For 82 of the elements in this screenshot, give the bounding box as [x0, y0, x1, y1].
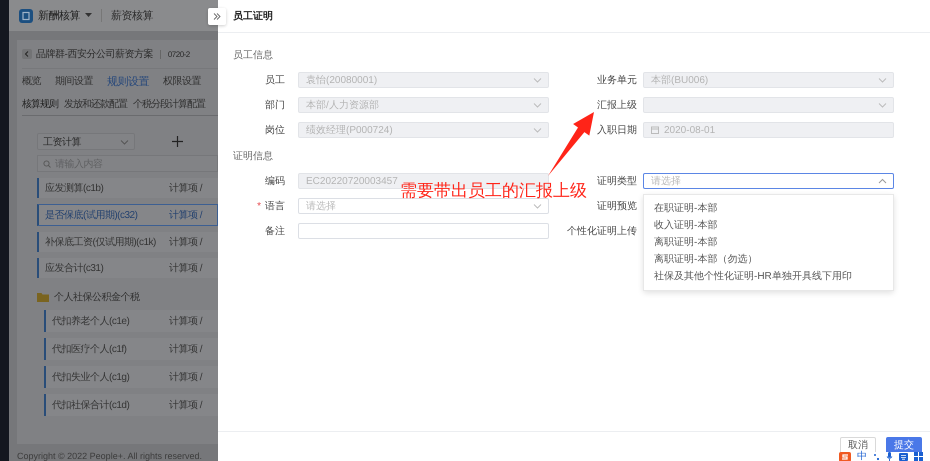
- rule-type: 计算项 /: [169, 182, 202, 195]
- rule-type: 计算项 /: [169, 398, 202, 412]
- page-title: 薪资核算: [111, 8, 153, 23]
- field-label: 入职日期: [597, 124, 637, 137]
- scheme-title: 品牌群-西安分公司薪资方案: [36, 48, 153, 61]
- rule-name: 代扣失业个人(c1g): [52, 370, 130, 384]
- subtab[interactable]: 发放和还款配置: [64, 97, 127, 111]
- dropdown-option[interactable]: 在职证明-本部: [644, 200, 893, 217]
- punctuation-icon: [873, 452, 880, 460]
- rule-name: 补保底工资(仅试用期)(c1k): [45, 236, 157, 249]
- select-field[interactable]: 请选择: [298, 198, 549, 214]
- expand-toggle-button[interactable]: [208, 8, 226, 25]
- rule-type: 计算项 /: [169, 236, 202, 249]
- input-field[interactable]: [298, 223, 549, 239]
- rule-name: 是否保底(试用期)(c32): [45, 208, 138, 222]
- caret-up-icon: [878, 178, 887, 184]
- field-label: 业务单元: [597, 74, 637, 87]
- section-title: 员工信息: [232, 49, 274, 63]
- module-name[interactable]: 新酬核算: [38, 8, 80, 23]
- tab[interactable]: 期间设置: [55, 74, 93, 88]
- dropdown-option[interactable]: 离职证明-本部: [644, 234, 893, 251]
- rule-type: 计算项 /: [169, 208, 202, 222]
- rule-name: 应发合计(c31): [45, 262, 104, 275]
- rule-name: 代扣社保合计(c1d): [52, 398, 130, 412]
- caret-down-icon: [120, 138, 129, 144]
- field-label: 备注: [265, 224, 285, 238]
- caret-down-icon: [533, 203, 542, 209]
- add-icon: [172, 136, 183, 147]
- search-icon: [43, 160, 51, 168]
- caret-icon: [85, 13, 92, 18]
- field-label: 证明预览: [597, 200, 637, 213]
- field-label: 岗位: [265, 124, 285, 137]
- rule-item[interactable]: 代扣医疗个人(c1f) 计算项 /: [44, 338, 218, 360]
- calendar-icon: [651, 126, 659, 134]
- dropdown-option[interactable]: 离职证明-本部（勿选）: [644, 251, 893, 268]
- rule-item[interactable]: 代扣社保合计(c1d) 计算项 /: [44, 394, 218, 416]
- rule-item[interactable]: 代扣养老个人(c1e) 计算项 /: [44, 310, 218, 332]
- tab[interactable]: 概览: [22, 74, 41, 88]
- caret-down-icon: [533, 102, 542, 108]
- field-label: * 语言: [257, 200, 285, 213]
- rule-name: 代扣养老个人(c1e): [52, 314, 130, 328]
- field-label: 汇报上级: [597, 98, 637, 112]
- grid-icon: [914, 452, 923, 461]
- field-label: 员工: [265, 74, 285, 87]
- caret-down-icon: [533, 127, 542, 133]
- caret-down-icon: [533, 77, 542, 83]
- ime-mode[interactable]: 中: [857, 452, 867, 461]
- rule-type: 计算项 /: [169, 370, 202, 384]
- app-logo-icon: [19, 8, 33, 22]
- folder-icon: [37, 292, 49, 302]
- back-icon: [22, 49, 32, 59]
- tab[interactable]: 权限设置: [163, 74, 201, 88]
- double-chevron-icon: [213, 13, 221, 20]
- folder-name[interactable]: 个人社保公积金个税: [54, 290, 140, 304]
- field-label: 个性化证明上传: [567, 224, 637, 238]
- field-label: 证明类型: [597, 174, 637, 188]
- copyright-text: Copyright © 2022 People+. All rights reserved.: [16, 450, 203, 461]
- rule-item[interactable]: 是否保底(试用期)(c32) 计算项 /: [37, 204, 218, 226]
- caret-down-icon: [878, 77, 887, 83]
- rule-type: 计算项 /: [169, 342, 202, 356]
- caret-down-icon: [878, 102, 887, 108]
- rule-type: 计算项 /: [169, 262, 202, 275]
- dropdown-option[interactable]: 社保及其他个性化证明-HR单独开具线下用印: [644, 268, 893, 285]
- rule-item[interactable]: 应发测算(c1b) 计算项 /: [37, 178, 218, 198]
- subtab[interactable]: 核算规则: [22, 97, 58, 111]
- microphone-icon: [886, 452, 893, 461]
- subtab[interactable]: 个税分段计算配置: [133, 97, 205, 111]
- rule-item[interactable]: 应发合计(c31) 计算项 /: [37, 258, 218, 278]
- rule-item[interactable]: 代扣失业个人(c1g) 计算项 /: [44, 366, 218, 388]
- section-title: 证明信息: [232, 150, 274, 164]
- group-select[interactable]: 工资计算: [37, 133, 135, 150]
- field-label: 编码: [265, 174, 285, 188]
- field-label: 部门: [265, 98, 285, 112]
- version-label: 0720-2: [168, 50, 190, 58]
- rule-type: 计算项 /: [169, 314, 202, 328]
- dropdown-option[interactable]: 收入证明-本部: [644, 217, 893, 234]
- rule-name: 代扣医疗个人(c1f): [52, 342, 128, 356]
- select-field[interactable]: 请选择: [643, 173, 894, 189]
- tab[interactable]: 规则设置: [107, 74, 149, 88]
- rule-name: 应发测算(c1b): [45, 182, 104, 195]
- rule-item[interactable]: 补保底工资(仅试用期)(c1k) 计算项 /: [37, 232, 218, 252]
- drawer-title: 员工证明: [233, 10, 273, 23]
